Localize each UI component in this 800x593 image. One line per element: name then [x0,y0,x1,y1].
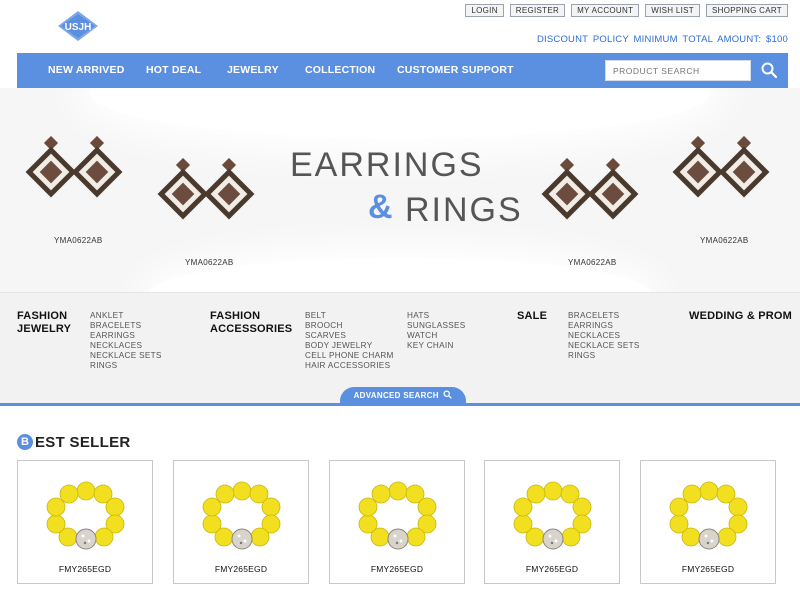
sale-link-necklaces[interactable]: NECKLACES [568,331,640,341]
product-label[interactable]: YMA0622AB [700,236,749,245]
top-links: LOGIN REGISTER MY ACCOUNT WISH LIST SHOP… [465,4,788,17]
nav-new-arrived[interactable]: NEW ARRIVED [48,53,124,88]
category-link-necklace-sets[interactable]: NECKLACE SETS [90,351,162,361]
nav-customer-support[interactable]: CUSTOMER SUPPORT [397,53,514,88]
shopping-cart-link[interactable]: SHOPPING CART [706,4,788,17]
best-seller-title: EST SELLER [35,433,131,451]
heading-line: FASHION [210,310,261,322]
product-code: FMY265EGD [370,564,424,574]
heading-line: ACCESSORIES [210,323,293,335]
bracelet-image [358,481,437,550]
sale-link-earrings[interactable]: EARRINGS [568,321,640,331]
search-icon [443,390,453,399]
category-link-bracelets[interactable]: BRACELETS [90,321,162,331]
category-link-rings[interactable]: RINGS [90,361,162,371]
category-link-hats[interactable]: HATS [407,311,466,321]
category-link-earrings[interactable]: EARRINGS [90,331,162,341]
product-card[interactable]: FMY265EGD [484,460,620,584]
nav-jewelry[interactable]: JEWELRY [227,53,279,88]
fashion-jewelry-list: ANKLET BRACELETS EARRINGS NECKLACES NECK… [90,311,162,371]
register-link[interactable]: REGISTER [509,4,566,17]
earring-image[interactable] [156,158,266,230]
product-label[interactable]: YMA0622AB [185,258,234,267]
advanced-search-label: ADVANCED SEARCH [353,391,439,400]
fashion-accessories-list-2: HATS SUNGLASSES WATCH KEY CHAIN [407,311,466,351]
category-link-hair-accessories[interactable]: HAIR ACCESSORIES [305,361,394,371]
usjh-logo[interactable]: USJH [58,11,98,41]
product-card[interactable]: FMY265EGD [17,460,153,584]
best-seller-badge: B [17,434,33,450]
earring-image[interactable] [671,136,781,208]
heading-line: JEWELRY [17,323,72,335]
product-code: FMY265EGD [681,564,735,574]
my-account-link[interactable]: MY ACCOUNT [571,4,640,17]
banner-title-rings: RINGS [405,191,523,229]
category-link-body-jewelry[interactable]: BODY JEWELRY [305,341,394,351]
category-heading-sale[interactable]: SALE [517,310,547,323]
category-heading-fashion-jewelry[interactable]: FASHION JEWELRY [17,310,71,336]
hero-banner[interactable]: YMA0622AB YMA0622AB EARRINGS & RINGS YMA… [0,88,800,292]
nav-collection[interactable]: COLLECTION [305,53,375,88]
category-heading-fashion-accessories[interactable]: FASHION ACCESSORIES [210,310,292,336]
bracelet-image [202,481,281,550]
category-link-anklet[interactable]: ANKLET [90,311,162,321]
bracelet-image [669,481,748,550]
banner-title-ampersand: & [368,188,393,226]
sale-link-bracelets[interactable]: BRACELETS [568,311,640,321]
banner-glow [90,88,710,138]
heading-line: FASHION [17,310,68,322]
category-link-necklaces[interactable]: NECKLACES [90,341,162,351]
bracelet-image [46,481,125,550]
category-link-key-chain[interactable]: KEY CHAIN [407,341,466,351]
wish-list-link[interactable]: WISH LIST [645,4,700,17]
earring-image[interactable] [24,136,134,208]
product-card[interactable]: FMY265EGD [640,460,776,584]
product-code: FMY265EGD [525,564,579,574]
nav-hot-deal[interactable]: HOT DEAL [146,53,201,88]
fashion-accessories-list: BELT BROOCH SCARVES BODY JEWELRY CELL PH… [305,311,394,371]
discount-policy-text[interactable]: DISCOUNT POLICY MINIMUM TOTAL AMOUNT: $1… [537,34,788,45]
category-heading-wedding-prom[interactable]: WEDDING & PROM [689,310,792,323]
sale-link-rings[interactable]: RINGS [568,351,640,361]
product-code: FMY265EGD [58,564,112,574]
search-icon[interactable] [760,61,778,79]
advanced-search-button[interactable]: ADVANCED SEARCH [340,387,466,404]
category-link-belt[interactable]: BELT [305,311,394,321]
category-link-sunglasses[interactable]: SUNGLASSES [407,321,466,331]
svg-text:USJH: USJH [65,22,92,33]
category-link-cell-phone-charm[interactable]: CELL PHONE CHARM [305,351,394,361]
product-card[interactable]: FMY265EGD [329,460,465,584]
product-label[interactable]: YMA0622AB [54,236,103,245]
login-link[interactable]: LOGIN [465,4,504,17]
sale-link-necklace-sets[interactable]: NECKLACE SETS [568,341,640,351]
product-card[interactable]: FMY265EGD [173,460,309,584]
sale-list: BRACELETS EARRINGS NECKLACES NECKLACE SE… [568,311,640,361]
banner-title-earrings: EARRINGS [290,146,484,184]
product-label[interactable]: YMA0622AB [568,258,617,267]
category-link-watch[interactable]: WATCH [407,331,466,341]
product-code: FMY265EGD [214,564,268,574]
product-search-input[interactable] [605,60,751,81]
earring-image[interactable] [540,158,650,230]
main-navbar: NEW ARRIVED HOT DEAL JEWELRY COLLECTION … [17,53,788,88]
category-link-brooch[interactable]: BROOCH [305,321,394,331]
best-seller-heading: B EST SELLER [17,433,131,451]
bracelet-image [513,481,592,550]
category-link-scarves[interactable]: SCARVES [305,331,394,341]
